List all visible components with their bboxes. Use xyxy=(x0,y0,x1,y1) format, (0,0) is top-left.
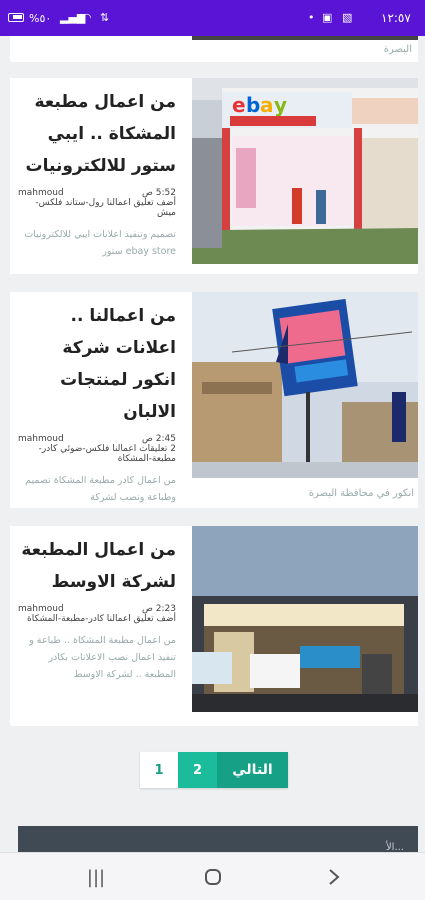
pagination: 1 2 التالي xyxy=(140,752,288,788)
article-image[interactable] xyxy=(192,526,418,712)
article-time: 5:52 ص xyxy=(142,188,176,198)
article-excerpt: تصميم وتنفيذ اعلانات ايبي للالكترونيات e… xyxy=(24,229,176,257)
status-bar: %٥٠ ▂▄▆ ◠ ⇅ • ▣ ▧ ١٢:٥٧ xyxy=(0,0,425,36)
svg-text:y: y xyxy=(274,93,287,117)
article-card[interactable]: من اعمال المطبعة لشركة الاوسط mahmoud 2:… xyxy=(10,526,418,726)
battery-percent: %٥٠ xyxy=(29,12,52,25)
article-excerpt: من اعمال كادر مطبعة المشكاة تصميم وطباعة… xyxy=(25,475,176,503)
wifi-icon: ◠ xyxy=(82,11,92,24)
dot-icon: • xyxy=(308,11,315,24)
recent-apps-icon[interactable]: ||| xyxy=(84,865,108,889)
status-time: ١٢:٥٧ xyxy=(381,11,411,25)
article-image[interactable] xyxy=(192,292,418,478)
article-tags[interactable]: 2 تعليقات اعمالنا فلكس-ضوئي كادر-مطبعة-ا… xyxy=(39,444,176,464)
article-image[interactable]: e b a y xyxy=(192,78,418,264)
prev-card[interactable]: البصرة xyxy=(10,36,418,62)
article-author[interactable]: mahmoud xyxy=(18,188,64,198)
footer-widget: الأ... xyxy=(18,826,418,854)
prev-card-image xyxy=(192,36,418,40)
article-text: من اعمال المطبعة لشركة الاوسط mahmoud 2:… xyxy=(10,526,186,683)
article-card[interactable]: e b a y من اعمال مطبعة المشكاة .. ايبي س… xyxy=(10,78,418,274)
next-page-button[interactable]: التالي xyxy=(217,752,288,788)
svg-text:b: b xyxy=(246,93,260,117)
back-icon[interactable] xyxy=(322,865,346,889)
article-excerpt: من اعمال مطبعة المشكاة .. طباعة و تنفيذ … xyxy=(29,635,176,680)
lte-icon: ⇅ xyxy=(100,11,110,24)
gallery-icon: ▧ xyxy=(342,11,353,24)
article-text: من اعمالنا .. اعلانات شركة انكور لمنتجات… xyxy=(10,292,186,506)
article-text: من اعمال مطبعة المشكاة .. ايبي ستور للال… xyxy=(10,78,186,260)
article-time: 2:45 ص xyxy=(142,434,176,444)
prev-card-text: البصرة xyxy=(383,44,412,55)
article-title[interactable]: من اعمالنا .. اعلانات شركة انكور لمنتجات… xyxy=(18,300,176,428)
article-card[interactable]: من اعمالنا .. اعلانات شركة انكور لمنتجات… xyxy=(10,292,418,508)
battery-icon xyxy=(8,13,24,22)
article-meta: mahmoud 5:52 ص أضف تعليق اعمالنا رول-ستا… xyxy=(18,188,176,218)
article-meta: mahmoud 2:23 ص أضف تعليق اعمالنا كادر-مط… xyxy=(18,604,176,624)
article-time: 2:23 ص xyxy=(142,604,176,614)
svg-text:e: e xyxy=(232,93,246,117)
article-author[interactable]: mahmoud xyxy=(18,604,64,614)
svg-text:a: a xyxy=(260,93,274,117)
article-tags[interactable]: أضف تعليق اعمالنا كادر-مطبعة-المشكاة xyxy=(27,614,176,624)
article-caption: انكور في محافظة البصرة xyxy=(308,488,414,499)
system-nav-bar: ||| xyxy=(0,852,425,900)
article-meta: mahmoud 2:45 ص 2 تعليقات اعمالنا فلكس-ضو… xyxy=(18,434,176,464)
article-title[interactable]: من اعمال المطبعة لشركة الاوسط xyxy=(18,534,176,598)
page-1-button[interactable]: 1 xyxy=(140,752,178,788)
article-tags[interactable]: أضف تعليق اعمالنا رول-ستاند فلكس-ميش xyxy=(35,198,176,218)
article-author[interactable]: mahmoud xyxy=(18,434,64,444)
screenshot-icon: ▣ xyxy=(322,11,333,24)
article-title[interactable]: من اعمال مطبعة المشكاة .. ايبي ستور للال… xyxy=(18,86,176,182)
home-icon[interactable] xyxy=(201,865,225,889)
page-2-button[interactable]: 2 xyxy=(178,752,217,788)
